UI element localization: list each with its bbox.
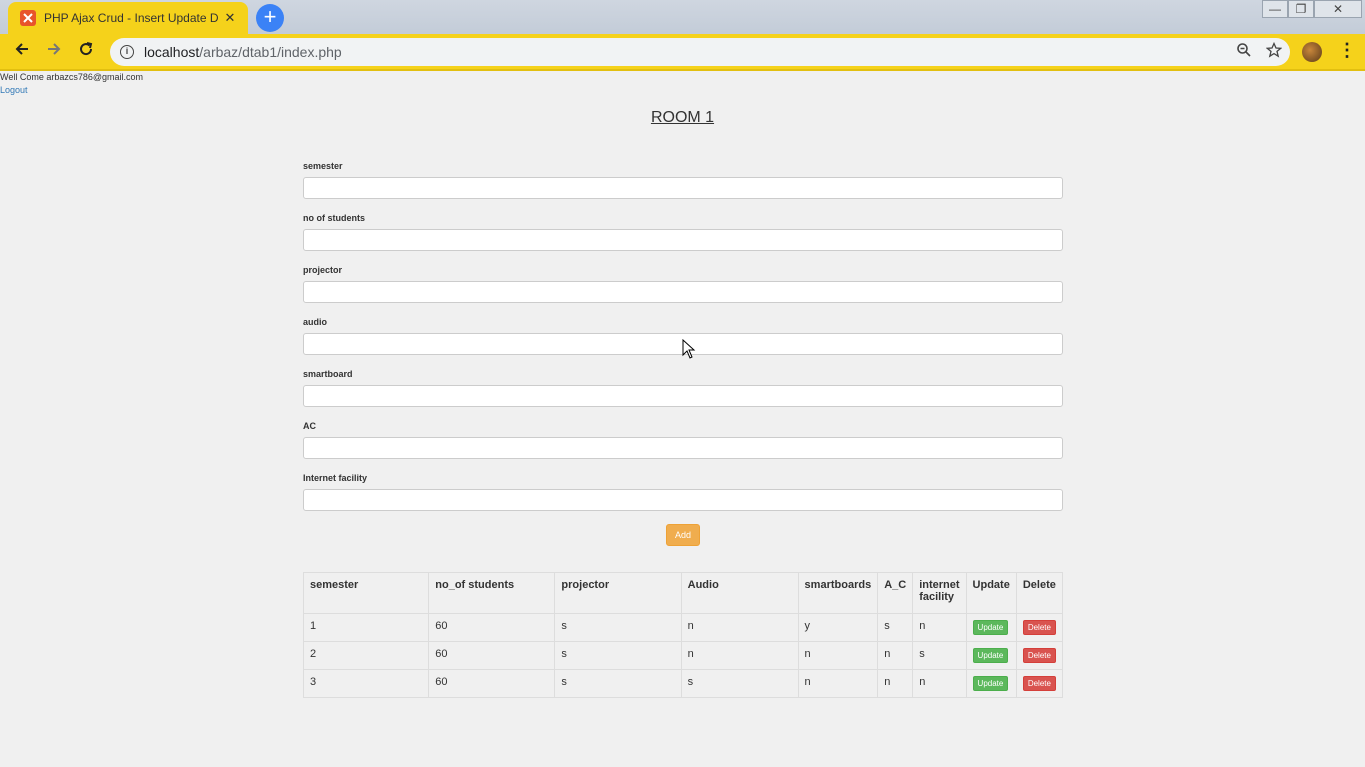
cell-update: Update xyxy=(965,613,1017,642)
site-info-icon[interactable]: i xyxy=(120,45,134,59)
new-tab-button[interactable]: + xyxy=(256,4,284,32)
form-group-students: no of students xyxy=(303,210,1063,262)
omnibox-actions xyxy=(1236,41,1283,62)
mouse-cursor-icon xyxy=(682,339,696,359)
table-row: 3 60 s s n n n Update Delete xyxy=(302,669,1064,698)
welcome-text: Well Come arbazcs786@gmail.com xyxy=(0,72,144,82)
add-button[interactable]: Add xyxy=(666,524,700,546)
internet-input[interactable] xyxy=(303,489,1063,511)
col-projector: projector xyxy=(554,572,682,614)
cell-projector: s xyxy=(554,613,682,642)
table-header-row: semester no_of students projector Audio … xyxy=(302,572,1064,614)
cell-semester: 1 xyxy=(302,613,430,642)
cell-projector: s xyxy=(554,641,682,670)
smartboard-label: smartboard xyxy=(303,369,353,379)
url-text: localhost/arbaz/dtab1/index.php xyxy=(144,44,342,60)
cell-delete: Delete xyxy=(1015,613,1064,642)
cell-students: 60 xyxy=(428,669,556,698)
smartboard-input[interactable] xyxy=(303,385,1063,407)
cell-semester: 2 xyxy=(302,641,430,670)
students-label: no of students xyxy=(303,213,365,223)
tab-title: PHP Ajax Crud - Insert Update D xyxy=(44,11,219,25)
cell-delete: Delete xyxy=(1015,641,1064,670)
cell-audio: n xyxy=(680,641,799,670)
semester-input[interactable] xyxy=(303,177,1063,199)
update-button[interactable]: Update xyxy=(972,620,1009,635)
form-group-smartboard: smartboard xyxy=(303,366,1063,418)
col-smartboards: smartboards xyxy=(797,572,879,614)
delete-button[interactable]: Delete xyxy=(1022,620,1056,635)
cell-internet: n xyxy=(912,613,967,642)
reload-icon[interactable] xyxy=(74,40,98,64)
projector-input[interactable] xyxy=(303,281,1063,303)
col-audio: Audio xyxy=(680,572,799,614)
form-group-internet: Internet facility xyxy=(303,470,1063,522)
cell-students: 60 xyxy=(428,613,556,642)
browser-menu-icon[interactable]: ⋮ xyxy=(1338,40,1356,61)
cell-update: Update xyxy=(965,641,1017,670)
form-group-ac: AC xyxy=(303,418,1063,470)
table-row: 2 60 s n n n s Update Delete xyxy=(302,641,1064,670)
cell-ac: s xyxy=(877,613,914,642)
browser-toolbar: i localhost/arbaz/dtab1/index.php ⋮ xyxy=(0,34,1365,70)
cell-ac: n xyxy=(877,641,914,670)
cell-audio: n xyxy=(680,613,799,642)
logout-link[interactable]: Logout xyxy=(0,85,28,95)
cell-smartboard: n xyxy=(797,641,879,670)
projector-label: projector xyxy=(303,265,343,275)
forward-icon[interactable] xyxy=(42,40,66,64)
semester-label: semester xyxy=(303,161,343,171)
browser-tab[interactable]: PHP Ajax Crud - Insert Update D ✕ xyxy=(8,2,248,34)
cell-projector: s xyxy=(554,669,682,698)
address-bar[interactable]: i localhost/arbaz/dtab1/index.php xyxy=(110,38,1290,66)
col-ac: A_C xyxy=(877,572,914,614)
restore-button[interactable]: ❐ xyxy=(1288,0,1314,18)
window-controls: — ❐ ✕ xyxy=(1262,0,1362,18)
students-input[interactable] xyxy=(303,229,1063,251)
delete-button[interactable]: Delete xyxy=(1022,648,1056,663)
col-update: Update xyxy=(965,572,1017,614)
cell-delete: Delete xyxy=(1015,669,1064,698)
tab-close-icon[interactable]: ✕ xyxy=(222,10,238,26)
delete-button[interactable]: Delete xyxy=(1022,676,1056,691)
cell-audio: s xyxy=(680,669,799,698)
cell-internet: n xyxy=(912,669,967,698)
page-title: ROOM 1 xyxy=(650,109,715,126)
cell-ac: n xyxy=(877,669,914,698)
col-students: no_of students xyxy=(428,572,556,614)
toolbar-divider xyxy=(0,69,1365,71)
profile-avatar[interactable] xyxy=(1302,42,1322,62)
cell-update: Update xyxy=(965,669,1017,698)
update-button[interactable]: Update xyxy=(972,648,1009,663)
col-semester: semester xyxy=(302,572,430,614)
cell-students: 60 xyxy=(428,641,556,670)
window-close-button[interactable]: ✕ xyxy=(1314,0,1362,18)
zoom-icon[interactable] xyxy=(1236,42,1252,62)
form-group-semester: semester xyxy=(303,158,1063,210)
cell-smartboard: n xyxy=(797,669,879,698)
cell-internet: s xyxy=(912,641,967,670)
col-delete: Delete xyxy=(1015,572,1064,614)
browser-tab-bar: PHP Ajax Crud - Insert Update D ✕ + — ❐ … xyxy=(0,0,1365,34)
ac-label: AC xyxy=(303,421,316,431)
cell-semester: 3 xyxy=(302,669,430,698)
rooms-table: semester no_of students projector Audio … xyxy=(302,572,1064,698)
internet-label: Internet facility xyxy=(303,473,368,483)
cell-smartboard: y xyxy=(797,613,879,642)
table-row: 1 60 s n y s n Update Delete xyxy=(302,613,1064,642)
form-group-projector: projector xyxy=(303,262,1063,314)
audio-label: audio xyxy=(303,317,327,327)
col-internet: internet facility xyxy=(912,572,967,614)
ac-input[interactable] xyxy=(303,437,1063,459)
back-icon[interactable] xyxy=(10,40,34,64)
minimize-button[interactable]: — xyxy=(1262,0,1288,18)
update-button[interactable]: Update xyxy=(972,676,1009,691)
xampp-favicon-icon xyxy=(20,10,36,26)
bookmark-star-icon[interactable] xyxy=(1265,41,1283,62)
